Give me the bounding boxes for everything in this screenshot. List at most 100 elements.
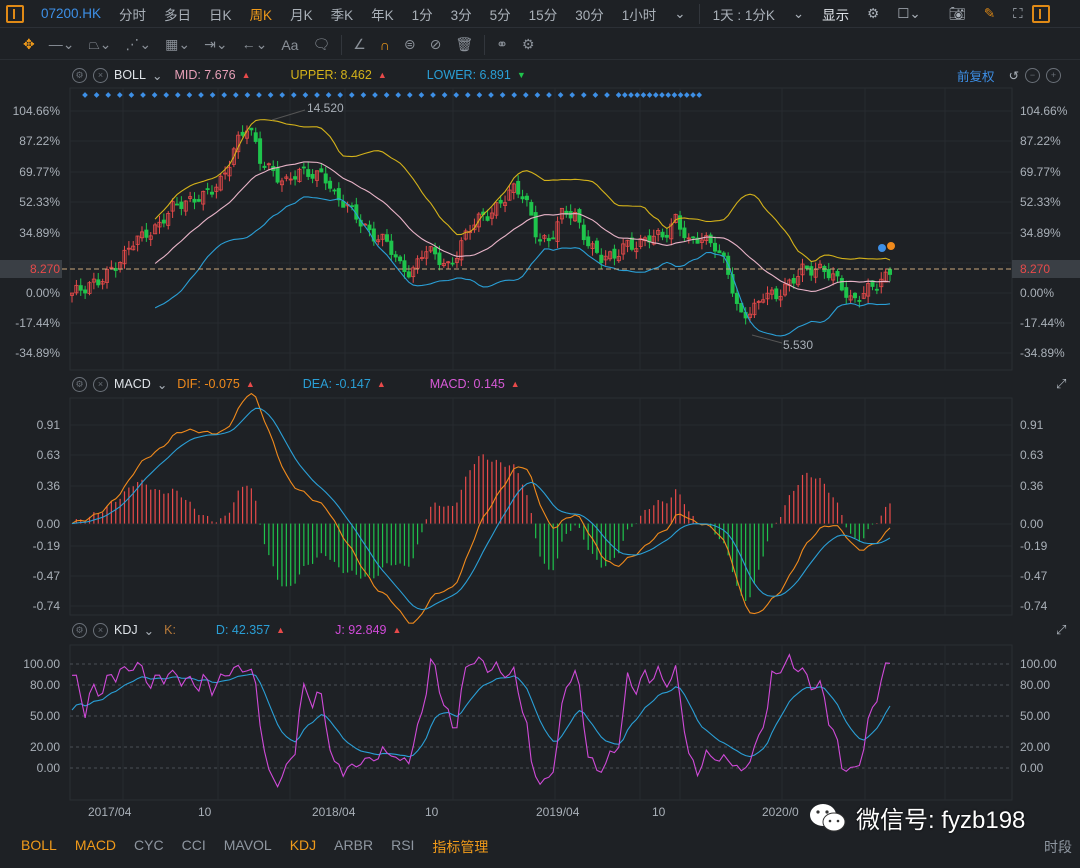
y-tick-label: 50.00 — [29, 709, 60, 723]
candle-body — [78, 285, 83, 291]
y-tick-label: 100.00 — [1020, 657, 1057, 671]
event-marker — [93, 92, 100, 98]
candle-body — [144, 229, 149, 238]
boll-lower-line — [154, 196, 891, 337]
candle-body — [293, 176, 298, 180]
indicator-tab[interactable]: BOLL — [12, 837, 66, 857]
candle-body — [713, 242, 718, 252]
event-marker — [546, 92, 552, 98]
candle-body — [516, 180, 521, 195]
event-marker — [244, 92, 251, 98]
event-marker — [634, 92, 641, 98]
y-tick-label: -34.89% — [15, 346, 60, 360]
candle-body — [551, 237, 556, 240]
indicator-tab[interactable]: CYC — [125, 837, 173, 857]
event-marker — [592, 92, 599, 98]
y-tick-label: 0.00 — [1020, 517, 1044, 531]
indicator-tab[interactable]: KDJ — [281, 837, 325, 857]
indicator-tabs: BOLL MACD CYC CCI MAVOL KDJ ARBR RSI 指标管理 时段 — [0, 834, 1080, 860]
candle-body — [179, 201, 184, 209]
event-marker — [360, 92, 367, 98]
candle-body — [196, 199, 201, 202]
event-marker — [499, 92, 506, 98]
y-tick-label: 20.00 — [29, 740, 60, 754]
candle-body — [332, 189, 337, 192]
y-tick-label: -0.19 — [1020, 539, 1048, 553]
event-marker — [302, 92, 309, 98]
indicator-tab[interactable]: ARBR — [325, 837, 382, 857]
chart-canvas[interactable] — [0, 0, 1080, 868]
event-marker — [464, 92, 471, 98]
y-tick-label: -17.44% — [15, 316, 60, 330]
event-marker — [557, 92, 564, 98]
candle-body — [888, 268, 893, 275]
candle-body — [310, 173, 315, 179]
indicator-tab[interactable]: CCI — [173, 837, 215, 857]
x-tick-label: 10 — [425, 805, 439, 819]
indicator-tab[interactable]: MACD — [66, 837, 125, 857]
candle-body — [205, 188, 210, 191]
x-tick-label: 2020/0 — [762, 805, 799, 819]
event-marker — [372, 92, 378, 98]
candle-body — [774, 288, 779, 300]
y-tick-label: 0.36 — [36, 479, 60, 493]
last-price-label: 8.270 — [1020, 262, 1051, 276]
candle-body — [249, 127, 254, 131]
candle-body — [629, 237, 634, 250]
candle-body — [262, 165, 267, 168]
candle-body — [835, 271, 840, 277]
period-button[interactable]: 时段 — [1044, 837, 1072, 857]
candle-body — [708, 234, 713, 244]
x-tick-label: 10 — [652, 805, 666, 819]
candle-body — [853, 292, 858, 299]
candle-body — [599, 254, 604, 264]
indicator-tab[interactable]: 指标管理 — [423, 837, 497, 857]
indicator-tab[interactable]: RSI — [382, 837, 423, 857]
event-marker — [615, 92, 622, 98]
high-price-label: 14.520 — [307, 101, 344, 115]
event-marker — [534, 92, 541, 98]
candle-body — [384, 234, 389, 242]
y-tick-label: 69.77% — [19, 165, 60, 179]
event-marker — [453, 92, 460, 98]
candle-body — [734, 292, 739, 304]
event-marker — [665, 92, 672, 98]
candle-body — [586, 236, 591, 247]
event-marker — [511, 92, 518, 98]
candle-body — [538, 239, 543, 242]
x-tick-label: 2018/04 — [312, 805, 356, 819]
candle-body — [389, 240, 394, 255]
candle-body — [393, 254, 398, 258]
event-marker — [337, 92, 344, 98]
event-marker — [671, 92, 678, 98]
candle-body — [581, 224, 586, 241]
y-tick-label: 0.63 — [1020, 448, 1044, 462]
event-marker — [628, 92, 634, 98]
last-price-label: 8.270 — [30, 262, 61, 276]
indicator-tab[interactable]: MAVOL — [215, 837, 281, 857]
event-marker — [683, 92, 690, 98]
candle-body — [594, 240, 599, 253]
event-marker — [279, 92, 286, 98]
y-tick-label: 104.66% — [12, 104, 60, 118]
event-marker — [348, 92, 355, 98]
event-pin-blue — [878, 244, 886, 252]
y-tick-label: -0.19 — [32, 539, 60, 553]
watermark: 微信号: fyzb198 — [808, 800, 1025, 835]
y-tick-label: 0.00% — [1020, 286, 1055, 300]
event-marker — [198, 92, 204, 98]
event-marker — [116, 92, 123, 98]
candle-body — [660, 231, 665, 238]
event-marker — [186, 92, 193, 98]
candle-body — [406, 271, 411, 278]
event-marker — [209, 92, 216, 98]
candle-body — [319, 168, 324, 173]
candle-body — [791, 278, 796, 284]
y-tick-label: 0.00 — [36, 761, 60, 775]
candle-body — [691, 236, 696, 239]
candle-body — [328, 180, 333, 189]
event-marker — [105, 92, 112, 98]
y-tick-label: 0.00 — [1020, 761, 1044, 775]
candle-body — [524, 195, 529, 201]
candle-body — [433, 247, 438, 255]
